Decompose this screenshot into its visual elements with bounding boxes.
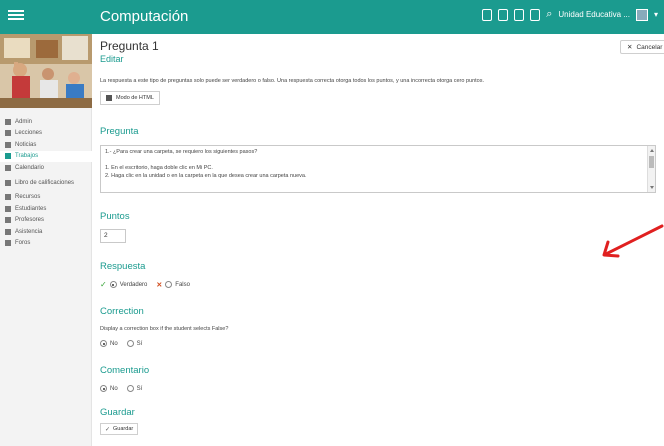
sidebar-item-lecciones[interactable]: Lecciones (0, 128, 92, 140)
sidebar-item-libro[interactable]: Libro de calificaciones (0, 174, 92, 192)
question-line: 1. En el escritorio, haga doble clic en … (105, 165, 213, 171)
sidebar-item-noticias[interactable]: Noticias (0, 139, 92, 151)
correction-description: Display a correction box if the student … (100, 326, 229, 332)
comment-no-radio[interactable] (100, 385, 107, 392)
answer-heading: Respuesta (100, 261, 146, 272)
page-title: Pregunta 1 (100, 39, 159, 53)
comment-yes-label: Sí (136, 385, 143, 392)
answer-false-radio[interactable] (165, 281, 173, 288)
sidebar-item-trabajos[interactable]: Trabajos (0, 150, 92, 162)
comment-no-label: No (110, 385, 118, 392)
points-input[interactable]: 2 (100, 229, 126, 243)
question-editor[interactable]: 1.- ¿Para crear una carpeta, se requiero… (100, 145, 656, 193)
question-heading: Pregunta (100, 126, 139, 137)
menu-icon[interactable] (8, 8, 24, 24)
sidebar-item-estudiantes[interactable]: Estudiantes (0, 203, 92, 215)
search-icon[interactable]: ⌕ (546, 8, 552, 21)
sidebar-item-profesores[interactable]: Profesores (0, 215, 92, 227)
gradebook-icon (5, 179, 11, 186)
notification-icon[interactable] (482, 8, 493, 21)
comment-yes-radio[interactable] (126, 385, 134, 392)
question-line (105, 157, 651, 165)
correction-no-radio[interactable] (100, 340, 107, 347)
sidebar-item-calendario[interactable]: Calendario (0, 162, 92, 174)
scroll-up-icon[interactable] (650, 149, 654, 152)
question-line: 1.- ¿Para crear una carpeta, se requiero… (105, 149, 258, 155)
scroll-down-icon[interactable] (650, 186, 654, 189)
correction-options: No Sí (100, 340, 142, 347)
scroll-thumb[interactable] (649, 156, 654, 168)
course-title: Computación (100, 8, 189, 25)
sidebar-item-asistencia[interactable]: Asistencia (0, 226, 92, 238)
top-bar: Computación ⌕ Unidad Educativa ... ▾ (0, 0, 664, 34)
topbar-actions: ⌕ Unidad Educativa ... ▾ (482, 8, 658, 21)
html-icon (106, 95, 112, 101)
document-icon[interactable] (514, 8, 525, 21)
megaphone-icon (5, 141, 11, 148)
answer-false-label: Falso (175, 281, 190, 288)
question-line: 2. Haga clic en la unidad o en la carpet… (105, 173, 307, 179)
sidebar-item-admin[interactable]: Admin (0, 116, 92, 128)
check-icon: ✓ (100, 280, 107, 289)
calendar-icon[interactable] (530, 8, 541, 21)
document-icon (5, 153, 11, 160)
answer-true-radio[interactable] (109, 281, 117, 288)
cancel-button[interactable]: ✕ Cancelar (620, 40, 664, 54)
sidebar: Admin Lecciones Noticias Trabajos Calend… (0, 34, 92, 446)
html-mode-button[interactable]: Modo de HTML (100, 91, 160, 105)
course-image (0, 34, 92, 108)
check-icon: ✓ (105, 426, 111, 433)
sidebar-nav: Admin Lecciones Noticias Trabajos Calend… (0, 116, 92, 249)
answer-options: ✓ Verdadero ✕ Falso (100, 280, 190, 289)
question-type-description: La respuesta a este tipo de preguntas so… (100, 78, 485, 84)
save-button[interactable]: ✓ Guardar (100, 423, 139, 435)
page-subtitle: Editar (100, 54, 124, 64)
message-icon[interactable] (498, 8, 509, 21)
sidebar-item-foros[interactable]: Foros (0, 238, 92, 250)
editor-scrollbar[interactable] (647, 146, 655, 192)
student-icon (5, 205, 11, 212)
correction-yes-radio[interactable] (126, 340, 134, 347)
calendar-icon (5, 164, 11, 171)
save-heading: Guardar (100, 407, 135, 418)
resources-icon (5, 194, 11, 201)
attendance-icon (5, 228, 11, 235)
comment-heading: Comentario (100, 365, 150, 376)
chevron-down-icon[interactable]: ▾ (654, 10, 658, 19)
cross-icon: ✕ (156, 281, 163, 289)
annotation-arrow-icon (602, 224, 664, 258)
teacher-icon (5, 217, 11, 224)
answer-true-label: Verdadero (119, 281, 148, 288)
correction-heading: Correction (100, 306, 144, 317)
close-icon: ✕ (627, 44, 633, 51)
correction-yes-label: Sí (136, 340, 143, 347)
comment-options: No Sí (100, 385, 142, 392)
school-name[interactable]: Unidad Educativa ... (558, 10, 630, 19)
book-icon (5, 130, 11, 137)
forum-icon (5, 240, 11, 247)
gear-icon (5, 118, 11, 125)
sidebar-item-recursos[interactable]: Recursos (0, 192, 92, 204)
avatar[interactable] (635, 8, 648, 21)
points-heading: Puntos (100, 211, 130, 222)
correction-no-label: No (110, 340, 118, 347)
